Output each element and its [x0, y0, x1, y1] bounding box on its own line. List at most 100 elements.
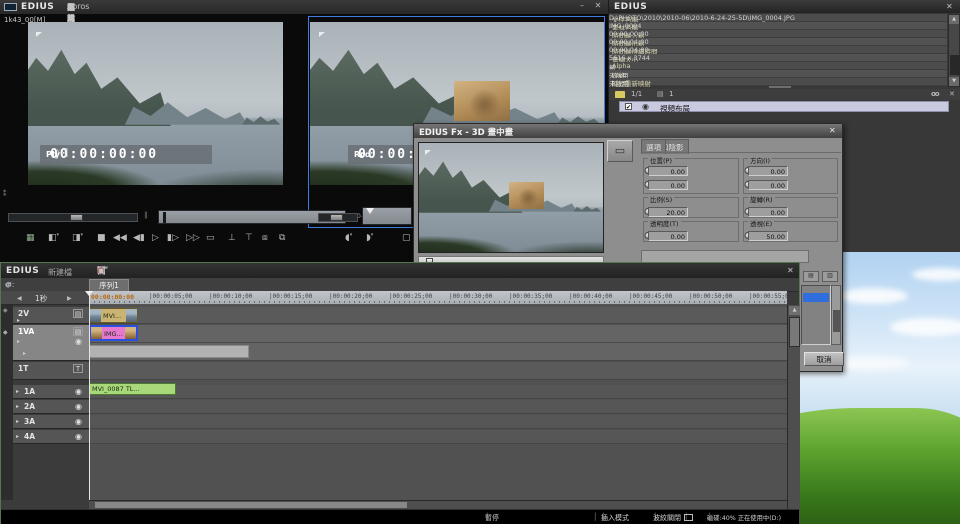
param-value[interactable]: 0.00: [648, 180, 688, 190]
mixer-bar[interactable]: [89, 345, 249, 358]
track-expander-icon[interactable]: ▸: [16, 388, 19, 395]
effect-list-item[interactable]: ✔ ◉ 視頻布局: [619, 101, 949, 112]
delete-icon[interactable]: ✕: [949, 90, 955, 98]
param-value[interactable]: 0.00: [748, 207, 788, 217]
player-shuttle-handle[interactable]: [70, 214, 83, 221]
speaker-icon[interactable]: ◉: [75, 402, 82, 411]
track-lane-2V[interactable]: [89, 307, 787, 324]
timescale-control[interactable]: ◀ 1秒 ▶: [1, 291, 89, 305]
dialog-title-bar[interactable]: EDIUS Fx - 3D 畫中畫 ✕: [414, 124, 842, 138]
track-header-4A[interactable]: 4A▸◉: [13, 430, 89, 444]
track-expander-icon[interactable]: ▸: [16, 403, 19, 410]
recorder-position-bar[interactable]: [362, 207, 412, 225]
previous-frame-button[interactable]: ◀▮: [133, 233, 145, 243]
track-expander-icon[interactable]: ▸: [17, 338, 20, 345]
param-value[interactable]: 20.00: [648, 207, 688, 217]
palette-scrollbar[interactable]: ▲ ▼: [948, 14, 960, 87]
close-icon[interactable]: ✕: [946, 2, 953, 11]
effect-checkbox[interactable]: ✔: [625, 103, 632, 110]
track-lane-1T[interactable]: [89, 362, 787, 380]
play-button[interactable]: ▷: [152, 233, 159, 243]
track-expander-icon[interactable]: ▸: [16, 418, 19, 425]
set-in-button[interactable]: ◖▾: [345, 233, 350, 243]
cancel-button[interactable]: 取消: [804, 352, 844, 366]
dropdown-arrow-icon[interactable]: ▾: [57, 232, 60, 238]
overwrite-to-timeline-button[interactable]: ⊤: [245, 233, 253, 243]
effect-preview[interactable]: [418, 142, 604, 253]
timeline-vertical-scrollbar[interactable]: ▲ ▼: [787, 305, 800, 524]
fast-forward-button[interactable]: ▷▷: [186, 233, 200, 243]
param-value[interactable]: 0.00: [648, 231, 688, 241]
video-channel-icon[interactable]: ▤: [73, 309, 83, 318]
drive-icon[interactable]: ⊂:: [5, 280, 14, 289]
player-shuttle-slider[interactable]: [8, 213, 138, 222]
palette-title-bar[interactable]: EDIUS ✕: [609, 0, 960, 13]
player-position-marker[interactable]: [163, 212, 166, 223]
track-header-3A[interactable]: 3A▸◉: [13, 415, 89, 429]
recorder-shuttle-handle[interactable]: [330, 214, 343, 221]
track-header-1T[interactable]: 1TT: [13, 362, 89, 380]
palette-resize-grip[interactable]: [769, 86, 791, 88]
preset-selected-row[interactable]: [803, 293, 829, 302]
dropdown-arrow-icon[interactable]: ▾: [81, 232, 84, 238]
scroll-up-icon[interactable]: ▲: [789, 306, 800, 315]
rewind-button[interactable]: ◀◀: [113, 233, 127, 243]
close-button[interactable]: ✕: [592, 1, 604, 12]
match-frame-fwd-button[interactable]: ⧉: [279, 233, 285, 243]
scroll-down-icon[interactable]: ▼: [949, 77, 959, 86]
track-lane-1A[interactable]: [89, 385, 787, 399]
scroll-up-icon[interactable]: ▲: [949, 15, 959, 24]
close-icon[interactable]: ✕: [787, 266, 794, 275]
title-track-icon[interactable]: T: [73, 364, 83, 373]
recorder-shuttle-slider[interactable]: [318, 213, 358, 222]
playhead-marker[interactable]: [85, 291, 93, 296]
preset-delete-button[interactable]: ▥: [822, 271, 838, 282]
close-icon[interactable]: ✕: [829, 126, 836, 135]
scroll-thumb[interactable]: [95, 502, 407, 508]
capture-button[interactable]: ▦: [26, 233, 35, 243]
binoculars-icon[interactable]: oo: [931, 90, 939, 98]
insert-to-timeline-button[interactable]: ⊥: [228, 233, 236, 243]
set-out-player-button[interactable]: ◨▾: [72, 233, 81, 243]
preset-add-button[interactable]: ▤: [803, 271, 819, 282]
speaker-icon[interactable]: ◉: [75, 387, 82, 396]
preset-list-scrollbar[interactable]: [831, 285, 841, 345]
scroll-thumb[interactable]: [833, 310, 840, 332]
timeline-clip[interactable]: IMG...: [89, 325, 138, 341]
track-lane-2A[interactable]: [89, 400, 787, 414]
speaker-icon[interactable]: ◉: [75, 432, 82, 441]
timeline-title-bar[interactable]: EDIUS 新建檔 ▢▾◱▾▦▾✂⧉⊡▾▭▾✕▾✕▾↶▾↷▾≣▾▬▾T▾♦▩▾⊞…: [1, 263, 799, 278]
eye-icon[interactable]: ◉: [642, 102, 649, 111]
set-in-player-button[interactable]: ◧▾: [48, 233, 57, 243]
minimize-button[interactable]: –: [576, 1, 588, 12]
playhead-line[interactable]: [89, 291, 90, 524]
track-expander-icon[interactable]: ▸: [16, 433, 19, 440]
param-value[interactable]: 0.00: [748, 166, 788, 176]
speaker-icon[interactable]: ◉: [75, 417, 82, 426]
param-value[interactable]: 0.00: [748, 180, 788, 190]
set-out-button[interactable]: ◗▾: [366, 233, 371, 243]
timeline-clip[interactable]: MVI...: [89, 308, 138, 323]
scroll-thumb[interactable]: [789, 317, 800, 347]
recorder-position-marker[interactable]: [366, 208, 374, 214]
scale-decrease-icon[interactable]: ◀: [17, 295, 22, 302]
video-channel-icon[interactable]: ▤: [73, 327, 83, 336]
preset-list[interactable]: [801, 285, 831, 345]
next-frame-button[interactable]: ▮▷: [167, 233, 179, 243]
track-expander-icon[interactable]: ▸: [23, 350, 26, 357]
eye-icon[interactable]: ◉: [75, 337, 82, 346]
track-header-2V[interactable]: 2V▤▸: [13, 307, 89, 324]
monitor-tool-icon[interactable]: ▭: [607, 140, 633, 162]
sync-lock-icon[interactable]: ⁑: [3, 190, 7, 198]
timeline-lanes[interactable]: MVI...IMG...MVI_0087 TL...: [89, 305, 787, 524]
track-lane-3A[interactable]: [89, 415, 787, 429]
dropdown-arrow-icon[interactable]: ▾: [371, 232, 374, 238]
dropdown-arrow-icon[interactable]: ▾: [106, 265, 109, 271]
track-lane-4A[interactable]: [89, 430, 787, 444]
jog-icon[interactable]: ∥: [144, 211, 148, 219]
stop-button[interactable]: ■: [97, 233, 106, 243]
track-expander-icon[interactable]: ▸: [17, 317, 20, 324]
timeline-horizontal-scrollbar[interactable]: [89, 500, 787, 509]
param-value[interactable]: 50.00: [748, 231, 788, 241]
timeline-ruler[interactable]: 00:00:00:00 |00:00:05;00|00:00:10;00|00:…: [89, 291, 787, 305]
